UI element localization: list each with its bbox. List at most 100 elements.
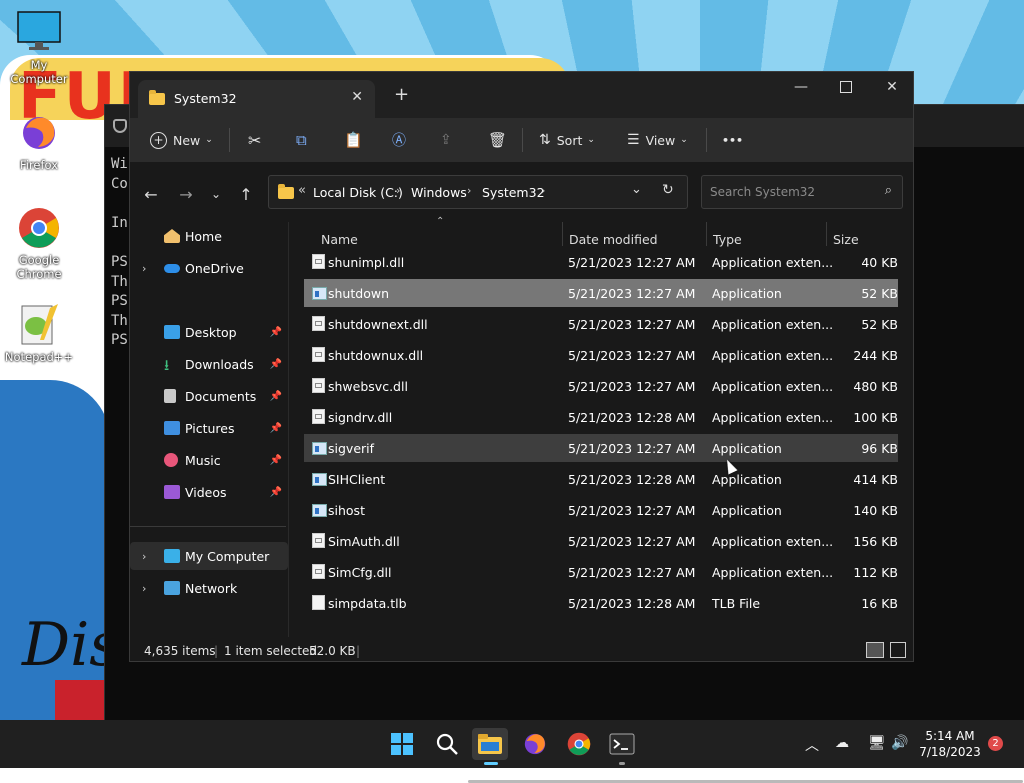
clock[interactable]: 5:14 AM 7/18/2023: [918, 728, 982, 760]
column-header-type[interactable]: Type: [713, 232, 742, 247]
search-box[interactable]: Search System32 ⌕: [701, 175, 903, 209]
notification-badge[interactable]: 2: [988, 736, 1003, 751]
file-date: 5/21/2023 12:27 AM: [568, 379, 696, 394]
desktop-icon-chrome[interactable]: Google Chrome: [1, 205, 77, 281]
paste-button[interactable]: 📋: [344, 118, 363, 162]
file-row[interactable]: sihost 5/21/2023 12:27 AM Application 140 K…: [304, 496, 898, 524]
explorer-titlebar[interactable]: System32 ✕ + — ✕: [130, 72, 913, 118]
start-icon: [391, 733, 413, 755]
sort-button[interactable]: ⇅ Sort ⌄: [539, 118, 595, 162]
breadcrumb-system32[interactable]: System32: [482, 185, 545, 200]
taskbar-file-explorer[interactable]: [472, 728, 508, 765]
file-row[interactable]: simpdata.tlb 5/21/2023 12:28 AM TLB File 16…: [304, 589, 898, 617]
chevron-down-icon: ⌄: [210, 187, 222, 201]
back-button[interactable]: ←: [139, 182, 163, 206]
taskbar-terminal[interactable]: [604, 728, 640, 765]
file-row[interactable]: SIHClient 5/21/2023 12:28 AM Application 41…: [304, 465, 898, 493]
pin-icon: 📌: [269, 390, 282, 402]
address-bar[interactable]: « Local Disk (C:) › Windows › System32 ›…: [268, 175, 688, 209]
rename-button[interactable]: Ⓐ: [392, 118, 406, 162]
new-tab-button[interactable]: +: [394, 84, 409, 105]
folder-icon: [278, 184, 294, 199]
arrow-up-icon: ↑: [239, 184, 253, 204]
desktop-icon-label: Firefox: [19, 158, 59, 172]
file-row[interactable]: shutdown 5/21/2023 12:27 AM Application 52 …: [304, 279, 898, 307]
new-button[interactable]: + New ⌄: [150, 118, 213, 162]
taskbar-firefox[interactable]: [517, 728, 553, 760]
network-status-icon[interactable]: 🖥: [868, 735, 886, 751]
sidebar-item-onedrive[interactable]: › OneDrive: [130, 254, 288, 282]
close-tab-icon[interactable]: ✕: [351, 89, 363, 105]
file-row[interactable]: sigverif 5/21/2023 12:27 AM Application 96 …: [304, 434, 898, 462]
view-list-icon: ☰: [627, 132, 640, 148]
forward-button[interactable]: →: [174, 182, 198, 206]
file-row[interactable]: shwebsvc.dll 5/21/2023 12:27 AM Applicatio…: [304, 372, 898, 400]
file-date: 5/21/2023 12:28 AM: [568, 596, 696, 611]
volume-icon[interactable]: 🔊: [891, 735, 908, 751]
onedrive-offline-icon[interactable]: ☁: [835, 735, 849, 751]
chevron-right-icon[interactable]: ›: [142, 550, 146, 563]
file-date: 5/21/2023 12:27 AM: [568, 348, 696, 363]
more-options-button[interactable]: •••: [722, 118, 743, 162]
column-header-size[interactable]: Size: [833, 232, 859, 247]
share-button[interactable]: ⇪: [440, 118, 452, 162]
desktop-icon-firefox[interactable]: Firefox: [1, 110, 77, 172]
show-hidden-icons-chevron-icon[interactable]: ︿: [805, 735, 819, 755]
tiles-view-icon[interactable]: [890, 642, 906, 658]
maximize-button[interactable]: [823, 72, 869, 102]
file-size: 156 KB: [853, 534, 898, 549]
column-header-date[interactable]: Date modified: [569, 232, 658, 247]
chevron-down-icon: ⌄: [587, 135, 595, 145]
column-header-name[interactable]: Name: [321, 232, 358, 247]
file-date: 5/21/2023 12:27 AM: [568, 255, 696, 270]
file-type: Application exten...: [712, 317, 834, 332]
address-dropdown-icon[interactable]: ⌄: [631, 182, 642, 197]
file-row[interactable]: signdrv.dll 5/21/2023 12:28 AM Application…: [304, 403, 898, 431]
file-explorer-window[interactable]: System32 ✕ + — ✕ + New ⌄ ✂ ⧉ 📋 Ⓐ ⇪ 🗑 ⇅ S…: [129, 71, 1023, 783]
sidebar-item-videos[interactable]: Videos 📌: [130, 478, 288, 506]
sidebar-item-music[interactable]: Music 📌: [130, 446, 288, 474]
file-date: 5/21/2023 12:28 AM: [568, 410, 696, 425]
chevron-right-icon[interactable]: ›: [142, 262, 146, 275]
dll-file-icon: [312, 254, 325, 269]
details-view-icon[interactable]: [866, 642, 884, 658]
view-button[interactable]: ☰ View ⌄: [627, 118, 688, 162]
chevron-right-icon[interactable]: ›: [142, 582, 146, 595]
recent-locations-button[interactable]: ⌄: [204, 182, 228, 206]
taskbar-search-button[interactable]: [429, 728, 465, 760]
sidebar-item-documents[interactable]: Documents 📌: [130, 382, 288, 410]
column-divider[interactable]: [706, 222, 707, 246]
file-name: SimCfg.dll: [328, 565, 392, 580]
file-type: Application: [712, 472, 782, 487]
breadcrumb-overflow[interactable]: «: [298, 183, 306, 198]
minimize-button[interactable]: —: [778, 72, 824, 102]
column-divider[interactable]: [562, 222, 563, 246]
file-row[interactable]: shunimpl.dll 5/21/2023 12:27 AM Applicatio…: [304, 248, 898, 276]
file-row[interactable]: shutdownext.dll 5/21/2023 12:27 AM Applica…: [304, 310, 898, 338]
column-divider[interactable]: [826, 222, 827, 246]
breadcrumb-local-disk[interactable]: Local Disk (C:): [313, 185, 403, 200]
start-button[interactable]: [384, 728, 420, 760]
sidebar-item-pictures[interactable]: Pictures 📌: [130, 414, 288, 442]
delete-button[interactable]: 🗑: [488, 118, 507, 162]
computer-icon: [164, 549, 180, 563]
desktop-icon-my-computer[interactable]: My Computer: [1, 10, 77, 86]
file-row[interactable]: SimAuth.dll 5/21/2023 12:27 AM Application…: [304, 527, 898, 555]
sidebar-item-home[interactable]: Home: [130, 222, 288, 250]
desktop-icon-notepadpp[interactable]: Notepad++: [1, 302, 77, 364]
sidebar-label: Home: [185, 228, 222, 244]
taskbar-chrome[interactable]: [561, 728, 597, 760]
cut-button[interactable]: ✂: [248, 118, 261, 162]
breadcrumb-windows[interactable]: Windows: [411, 185, 467, 200]
sidebar-item-network[interactable]: › Network: [130, 574, 288, 602]
tab-system32[interactable]: System32 ✕: [138, 80, 375, 118]
close-window-button[interactable]: ✕: [869, 72, 915, 102]
file-row[interactable]: SimCfg.dll 5/21/2023 12:27 AM Application …: [304, 558, 898, 586]
sidebar-item-my-computer[interactable]: › My Computer: [130, 542, 288, 570]
refresh-icon[interactable]: ↻: [662, 182, 674, 198]
sidebar-item-desktop[interactable]: Desktop 📌: [130, 318, 288, 346]
copy-button[interactable]: ⧉: [296, 118, 307, 162]
up-button[interactable]: ↑: [234, 182, 258, 206]
sidebar-item-downloads[interactable]: ⭳ Downloads 📌: [130, 350, 288, 378]
file-row[interactable]: shutdownux.dll 5/21/2023 12:27 AM Applicat…: [304, 341, 898, 369]
